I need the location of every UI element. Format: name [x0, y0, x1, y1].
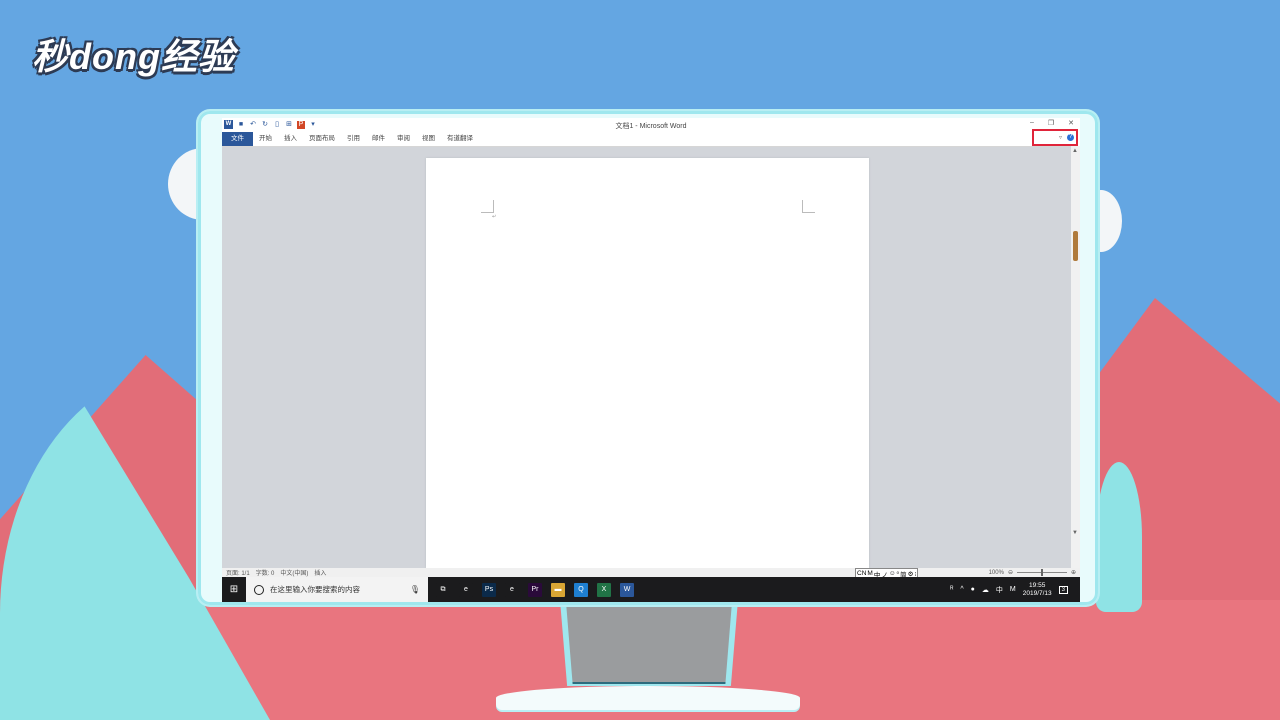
ime-mode-icon[interactable]: M: [1010, 586, 1016, 593]
monitor-base: [496, 686, 800, 710]
title-bar: W ■ ↶ ↻ ▯ ⊞ P ▾ 文档1 - Microsoft Word – ❐…: [222, 118, 1080, 132]
cortana-icon[interactable]: [254, 584, 264, 595]
tab-references[interactable]: 引用: [341, 132, 366, 146]
vertical-scrollbar[interactable]: ▲ ▼: [1071, 146, 1080, 570]
system-tray: ᴿ ^ ● ☁ 中 M 19:55 2019/7/13 3: [950, 577, 1068, 602]
tab-view[interactable]: 视图: [416, 132, 441, 146]
tab-home[interactable]: 开始: [253, 132, 278, 146]
notification-count: 3: [1061, 586, 1065, 593]
minimize-button[interactable]: –: [1030, 119, 1034, 127]
help-icon[interactable]: ?: [1067, 134, 1074, 141]
people-icon[interactable]: ᴿ: [950, 586, 953, 593]
taskbar: ⊞ 在这里输入你要搜索的内容 🎙 ⧉ e Ps e Pr ▬ Q X W ᴿ ^ ● ☁ 中 M…: [222, 577, 1080, 602]
status-word-count[interactable]: 字数: 0: [256, 568, 275, 577]
scroll-thumb[interactable]: [1073, 231, 1078, 261]
photoshop-icon[interactable]: Ps: [482, 582, 496, 597]
screen: W ■ ↶ ↻ ▯ ⊞ P ▾ 文档1 - Microsoft Word – ❐…: [222, 118, 1080, 602]
restore-button[interactable]: ❐: [1048, 119, 1054, 127]
microphone-icon[interactable]: 🎙: [410, 585, 420, 594]
window-controls: – ❐ ✕: [1030, 119, 1074, 127]
monitor-stand-inner: [566, 602, 732, 684]
window-title: 文档1 - Microsoft Word: [615, 123, 687, 130]
zoom-control: 100% ⊖ ⊕: [989, 568, 1076, 577]
tab-review[interactable]: 审阅: [391, 132, 416, 146]
tab-youdao-translate[interactable]: 有道翻译: [441, 132, 479, 146]
plant-right: [1096, 462, 1142, 612]
app-q-icon[interactable]: Q: [574, 582, 588, 597]
close-button[interactable]: ✕: [1068, 119, 1074, 127]
notification-icon[interactable]: 3: [1058, 585, 1068, 594]
taskbar-search[interactable]: 在这里输入你要搜索的内容 🎙: [246, 577, 428, 602]
margin-mark-top-left: [481, 200, 494, 213]
ribbon-tabs: 文件 开始 插入 页面布局 引用 邮件 审阅 视图 有道翻译: [222, 132, 1080, 147]
status-bar: 页面: 1/1 字数: 0 中文(中国) 插入: [222, 568, 1080, 577]
tab-insert[interactable]: 插入: [278, 132, 303, 146]
cloud-icon[interactable]: ☁: [982, 586, 989, 594]
zoom-level[interactable]: 100%: [989, 570, 1004, 576]
ime-lang[interactable]: 中: [996, 585, 1003, 595]
taskbar-apps: ⧉ e Ps e Pr ▬ Q X W: [436, 582, 634, 597]
search-placeholder: 在这里输入你要搜索的内容: [270, 585, 360, 594]
ie-icon[interactable]: e: [505, 582, 519, 597]
tab-page-layout[interactable]: 页面布局: [303, 132, 341, 146]
edge-icon[interactable]: e: [459, 582, 473, 597]
clock[interactable]: 19:55 2019/7/13: [1023, 582, 1052, 598]
tray-chevron-icon[interactable]: ^: [960, 586, 963, 593]
paragraph-mark: ↵: [492, 214, 497, 220]
expand-ribbon-icon[interactable]: ▿: [1059, 134, 1062, 141]
document-page[interactable]: ↵: [426, 158, 869, 568]
word-taskbar-icon[interactable]: W: [620, 582, 634, 597]
tray-app-icon[interactable]: ●: [971, 586, 975, 593]
zoom-knob[interactable]: [1040, 569, 1043, 576]
premiere-icon[interactable]: Pr: [528, 582, 542, 597]
zoom-slider[interactable]: [1016, 569, 1067, 576]
zoom-out-icon[interactable]: ⊖: [1008, 569, 1013, 576]
tab-mailings[interactable]: 邮件: [366, 132, 391, 146]
margin-mark-top-right: [802, 200, 815, 213]
ribbon-controls-highlight: ▿ ?: [1032, 129, 1078, 146]
explorer-icon[interactable]: ▬: [551, 582, 565, 597]
task-view-icon[interactable]: ⧉: [436, 582, 450, 597]
brand-logo: 秒dong经验: [32, 36, 235, 77]
status-language[interactable]: 中文(中国): [280, 568, 308, 577]
ime-m[interactable]: M: [867, 570, 872, 577]
clock-time: 19:55: [1029, 581, 1046, 589]
ime-cn[interactable]: CN: [857, 570, 866, 577]
windows-start-icon[interactable]: ⊞: [222, 577, 246, 602]
zoom-in-icon[interactable]: ⊕: [1071, 569, 1076, 576]
tab-file[interactable]: 文件: [222, 132, 253, 146]
status-insert-mode[interactable]: 插入: [314, 568, 326, 577]
excel-icon[interactable]: X: [597, 582, 611, 597]
clock-date: 2019/7/13: [1022, 589, 1052, 597]
status-page[interactable]: 页面: 1/1: [226, 568, 250, 577]
scroll-down-icon[interactable]: ▼: [1072, 530, 1078, 536]
scroll-up-icon[interactable]: ▲: [1072, 148, 1078, 154]
ime-emoji-icon[interactable]: ☺: [889, 570, 896, 577]
